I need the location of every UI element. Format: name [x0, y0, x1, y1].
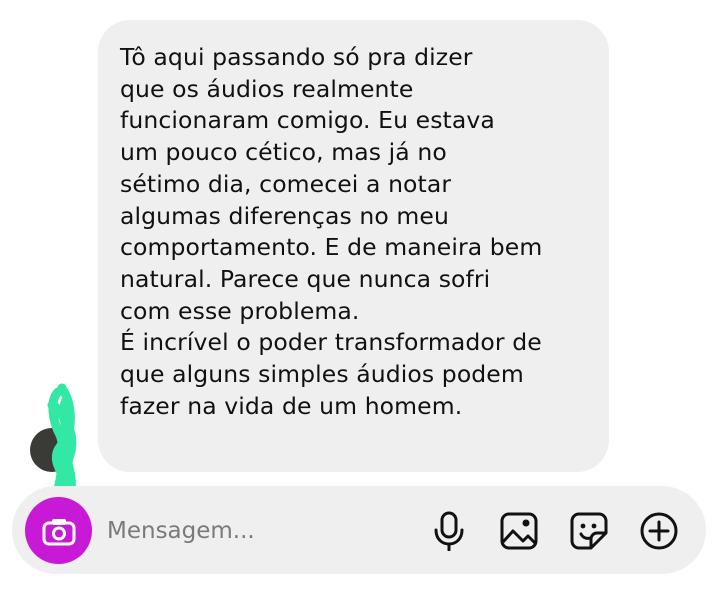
gallery-button[interactable]: [498, 510, 540, 552]
plus-circle-icon: [640, 512, 678, 550]
sticker-button[interactable]: [568, 510, 610, 552]
message-input[interactable]: [107, 512, 407, 550]
gallery-icon: [500, 512, 538, 550]
microphone-button[interactable]: [428, 510, 470, 552]
camera-icon: [42, 518, 75, 545]
message-text: Tô aqui passando só pra dizer que os áud…: [120, 43, 543, 420]
chat-screen: Tô aqui passando só pra dizer que os áud…: [0, 0, 720, 592]
sticker-icon: [570, 512, 608, 550]
add-button[interactable]: [638, 510, 680, 552]
microphone-icon: [434, 511, 464, 551]
camera-button[interactable]: [25, 497, 92, 564]
received-message-bubble[interactable]: Tô aqui passando só pra dizer que os áud…: [98, 20, 609, 472]
sender-avatar[interactable]: [30, 428, 74, 472]
